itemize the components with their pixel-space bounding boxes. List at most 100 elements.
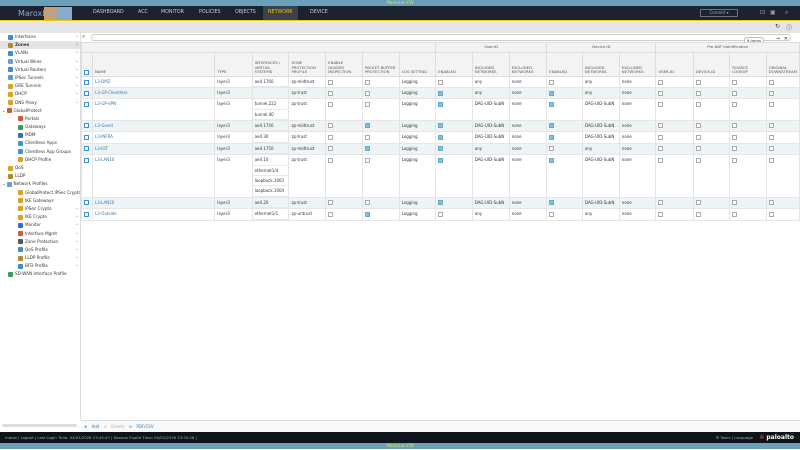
column-header[interactable]: NAME xyxy=(91,52,216,77)
zone-name-link[interactable]: L3-INFRA xyxy=(95,134,113,139)
original-downstream-checkbox[interactable] xyxy=(768,211,774,217)
tab-acc[interactable]: ACC xyxy=(133,6,153,20)
sidebar-item-ike-crypto[interactable]: IKE Crypto • xyxy=(0,213,80,221)
packet-buffer-checkbox[interactable] xyxy=(364,123,370,129)
column-header[interactable]: SOURCE LOOKUP xyxy=(729,52,767,77)
header-inspection-checkbox[interactable] xyxy=(328,123,334,129)
sidebar-item-virtual-wires[interactable]: Virtual Wires • xyxy=(0,58,80,66)
user-id-enabled-checkbox[interactable] xyxy=(438,123,444,129)
tab-network[interactable]: NETWORK xyxy=(263,6,298,20)
sidebar-item-virtual-routers[interactable]: Virtual Routers • xyxy=(0,66,80,74)
packet-buffer-checkbox[interactable] xyxy=(364,200,370,206)
original-downstream-checkbox[interactable] xyxy=(768,146,774,152)
device-id-enabled-checkbox[interactable] xyxy=(549,79,555,85)
header-inspection-checkbox[interactable] xyxy=(328,90,334,96)
row-checkbox[interactable] xyxy=(84,157,89,163)
sidebar-item-vlans[interactable]: VLANs • xyxy=(0,49,80,57)
prenat-user-id-checkbox[interactable] xyxy=(658,200,664,206)
prenat-user-id-checkbox[interactable] xyxy=(658,157,664,163)
device-id-enabled-checkbox[interactable] xyxy=(549,146,555,152)
packet-buffer-checkbox[interactable] xyxy=(364,90,370,96)
sidebar-item-bfd-profile[interactable]: BFD Profile • xyxy=(0,262,80,270)
original-downstream-checkbox[interactable] xyxy=(768,101,774,107)
user-id-enabled-checkbox[interactable] xyxy=(438,101,444,107)
column-header[interactable]: PACKET BUFFER PROTECTION xyxy=(361,52,400,77)
device-id-enabled-checkbox[interactable] xyxy=(549,200,555,206)
header-inspection-checkbox[interactable] xyxy=(328,146,334,152)
search-icon[interactable]: ⌕ xyxy=(785,9,788,17)
user-id-enabled-checkbox[interactable] xyxy=(438,79,444,85)
zone-name-link[interactable]: L3-DMZ xyxy=(95,79,111,84)
prenat-device-id-checkbox[interactable] xyxy=(695,146,701,152)
select-all-checkbox[interactable] xyxy=(81,52,93,77)
commit-button[interactable]: Commit ▾ xyxy=(700,9,738,17)
user-id-enabled-checkbox[interactable] xyxy=(438,134,444,140)
header-inspection-checkbox[interactable] xyxy=(328,200,334,206)
device-id-enabled-checkbox[interactable] xyxy=(549,90,555,96)
zone-name-link[interactable]: L3-Outside xyxy=(95,211,117,216)
sidebar-item-monitor[interactable]: Monitor • xyxy=(0,221,80,229)
source-lookup-checkbox[interactable] xyxy=(732,123,738,129)
help-icon[interactable]: ⓘ xyxy=(786,23,792,32)
user-id-enabled-checkbox[interactable] xyxy=(438,211,444,217)
lock-icon[interactable]: ⊡ xyxy=(760,9,765,16)
sidebar-item-zone-protection[interactable]: Zone Protection • xyxy=(0,238,80,246)
row-checkbox[interactable] xyxy=(84,146,89,152)
delete-button[interactable]: ⊖ Delete xyxy=(104,424,125,429)
language-button[interactable]: Language xyxy=(734,435,753,440)
row-checkbox[interactable] xyxy=(84,79,89,85)
row-checkbox[interactable] xyxy=(84,200,89,206)
sidebar-item-globalprotect-ipsec-crypto[interactable]: GlobalProtect IPSec Crypto xyxy=(0,189,80,197)
column-header[interactable]: TYPE xyxy=(214,52,253,77)
prenat-device-id-checkbox[interactable] xyxy=(695,90,701,96)
packet-buffer-checkbox[interactable] xyxy=(364,157,370,163)
column-header[interactable]: EXCLUDED NETWORKS xyxy=(508,52,548,77)
source-lookup-checkbox[interactable] xyxy=(732,101,738,107)
prenat-device-id-checkbox[interactable] xyxy=(695,134,701,140)
prenat-device-id-checkbox[interactable] xyxy=(695,200,701,206)
prenat-user-id-checkbox[interactable] xyxy=(658,101,664,107)
prenat-device-id-checkbox[interactable] xyxy=(695,101,701,107)
sidebar-item-interface-mgmt[interactable]: Interface Mgmt • xyxy=(0,230,80,238)
source-lookup-checkbox[interactable] xyxy=(732,157,738,163)
sidebar-item-globalprotect[interactable]: ⌄ GlobalProtect xyxy=(0,107,80,115)
zone-name-link[interactable]: L3-GP-VPN xyxy=(95,101,116,106)
sidebar-item-qos[interactable]: QoS xyxy=(0,164,80,172)
device-id-enabled-checkbox[interactable] xyxy=(549,101,555,107)
column-header[interactable]: ORIGINAL DOWNSTREAM xyxy=(765,52,800,77)
header-inspection-checkbox[interactable] xyxy=(328,101,334,107)
source-lookup-checkbox[interactable] xyxy=(732,134,738,140)
sidebar-item-qos-profile[interactable]: QoS Profile • xyxy=(0,246,80,254)
row-checkbox[interactable] xyxy=(84,211,89,217)
tab-monitor[interactable]: MONITOR xyxy=(156,6,189,20)
packet-buffer-checkbox[interactable] xyxy=(364,101,370,107)
packet-buffer-checkbox[interactable] xyxy=(364,134,370,140)
sidebar-scrollbar[interactable] xyxy=(2,424,77,427)
prenat-device-id-checkbox[interactable] xyxy=(695,79,701,85)
original-downstream-checkbox[interactable] xyxy=(768,90,774,96)
sidebar-item-gre-tunnels[interactable]: GRE Tunnels • xyxy=(0,82,80,90)
column-header[interactable]: INCLUDED NETWORKS xyxy=(471,52,510,77)
table-row[interactable]: L3-LAN10 layer3 ae4.10 ethernet1/4 loopback.… xyxy=(81,154,800,198)
tab-device[interactable]: DEVICE xyxy=(305,6,333,20)
column-header[interactable]: LOG SETTING xyxy=(398,52,437,77)
row-checkbox[interactable] xyxy=(84,90,89,96)
user-id-enabled-checkbox[interactable] xyxy=(438,157,444,163)
original-downstream-checkbox[interactable] xyxy=(768,134,774,140)
table-row[interactable]: L3-IOT layer3 ae4.1750 zp-midtrust Logging an… xyxy=(81,143,800,156)
sidebar-item-interfaces[interactable]: Interfaces • xyxy=(0,33,80,41)
source-lookup-checkbox[interactable] xyxy=(732,146,738,152)
zone-name-link[interactable]: L3-LAN20 xyxy=(95,200,114,205)
logout-link[interactable]: Logout xyxy=(21,435,34,440)
column-header[interactable]: ENABLED xyxy=(546,52,583,77)
table-row[interactable]: L3-GP-VPN layer3 tunnel.222 tunnel.40 zp-tru… xyxy=(81,98,800,121)
table-row[interactable]: L3-LAN20 layer3 ae4.20 zp-trust Logging DAG-U… xyxy=(81,197,800,210)
zone-name-link[interactable]: L3-IOT xyxy=(95,146,108,151)
device-id-enabled-checkbox[interactable] xyxy=(549,211,555,217)
sidebar-item-sd-wan-interface-profile[interactable]: SD-WAN Interface Profile xyxy=(0,270,80,278)
table-row[interactable]: L3-Outside layer3 ethernet1/1 zp-untrust Log… xyxy=(81,208,800,221)
original-downstream-checkbox[interactable] xyxy=(768,123,774,129)
pdf-csv-button[interactable]: ⊙ PDF/CSV xyxy=(129,424,154,429)
user-id-enabled-checkbox[interactable] xyxy=(438,90,444,96)
search-input[interactable]: 9 items → ✕ xyxy=(91,34,791,44)
